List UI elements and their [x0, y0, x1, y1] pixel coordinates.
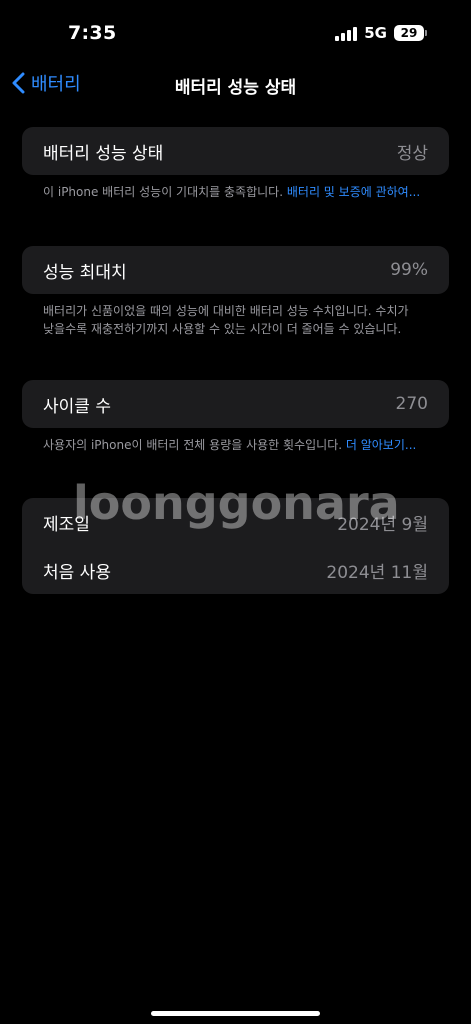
cycle-count-card: 사이클 수 270	[22, 380, 449, 428]
page-title: 배터리 성능 상태	[174, 78, 297, 98]
first-use-row: 처음 사용 2024년 11월	[22, 546, 449, 594]
home-indicator[interactable]	[151, 1011, 320, 1016]
manufactured-label: 제조일	[43, 514, 90, 535]
maximum-capacity-label: 성능 최대치	[43, 262, 127, 283]
cellular-signal-icon	[335, 26, 358, 41]
navigation-bar: 배터리 배터리 성능 상태	[0, 64, 471, 104]
battery-health-note-text: 이 iPhone 배터리 성능이 기대치를 충족합니다.	[43, 185, 287, 199]
battery-icon: 29	[394, 25, 427, 41]
battery-health-value: 정상	[396, 143, 428, 164]
first-use-value: 2024년 11월	[326, 562, 428, 583]
network-type: 5G	[364, 24, 387, 42]
cycle-count-note: 사용자의 iPhone이 배터리 전체 용량을 사용한 횟수입니다. 더 알아보…	[43, 436, 423, 454]
maximum-capacity-card: 성능 최대치 99%	[22, 246, 449, 294]
dates-card: 제조일 2024년 9월 처음 사용 2024년 11월	[22, 498, 449, 594]
manufactured-row: 제조일 2024년 9월	[22, 498, 449, 546]
cycle-count-value: 270	[395, 394, 428, 414]
cycle-count-label: 사이클 수	[43, 396, 111, 417]
learn-more-link[interactable]: 더 알아보기...	[346, 438, 416, 452]
battery-health-row: 배터리 성능 상태 정상	[22, 127, 449, 175]
cycle-count-note-text: 사용자의 iPhone이 배터리 전체 용량을 사용한 횟수입니다.	[43, 438, 346, 452]
battery-health-card: 배터리 성능 상태 정상	[22, 127, 449, 175]
maximum-capacity-value: 99%	[390, 260, 428, 280]
status-indicators: 5G 29	[335, 24, 427, 42]
battery-tip	[425, 30, 427, 36]
maximum-capacity-note: 배터리가 신품이었을 때의 성능에 대비한 배터리 성능 수치입니다. 수치가 …	[43, 304, 409, 336]
status-bar: 7:35 5G 29	[0, 0, 471, 60]
battery-health-note: 이 iPhone 배터리 성능이 기대치를 충족합니다. 배터리 및 보증에 관…	[43, 183, 423, 201]
cycle-count-row: 사이클 수 270	[22, 380, 449, 428]
battery-warranty-link[interactable]: 배터리 및 보증에 관하여...	[287, 185, 420, 199]
battery-health-label: 배터리 성능 상태	[43, 143, 164, 164]
first-use-label: 처음 사용	[43, 562, 111, 583]
maximum-capacity-row: 성능 최대치 99%	[22, 246, 449, 294]
status-time: 7:35	[68, 22, 117, 44]
battery-level: 29	[394, 25, 424, 41]
manufactured-value: 2024년 9월	[337, 514, 428, 535]
